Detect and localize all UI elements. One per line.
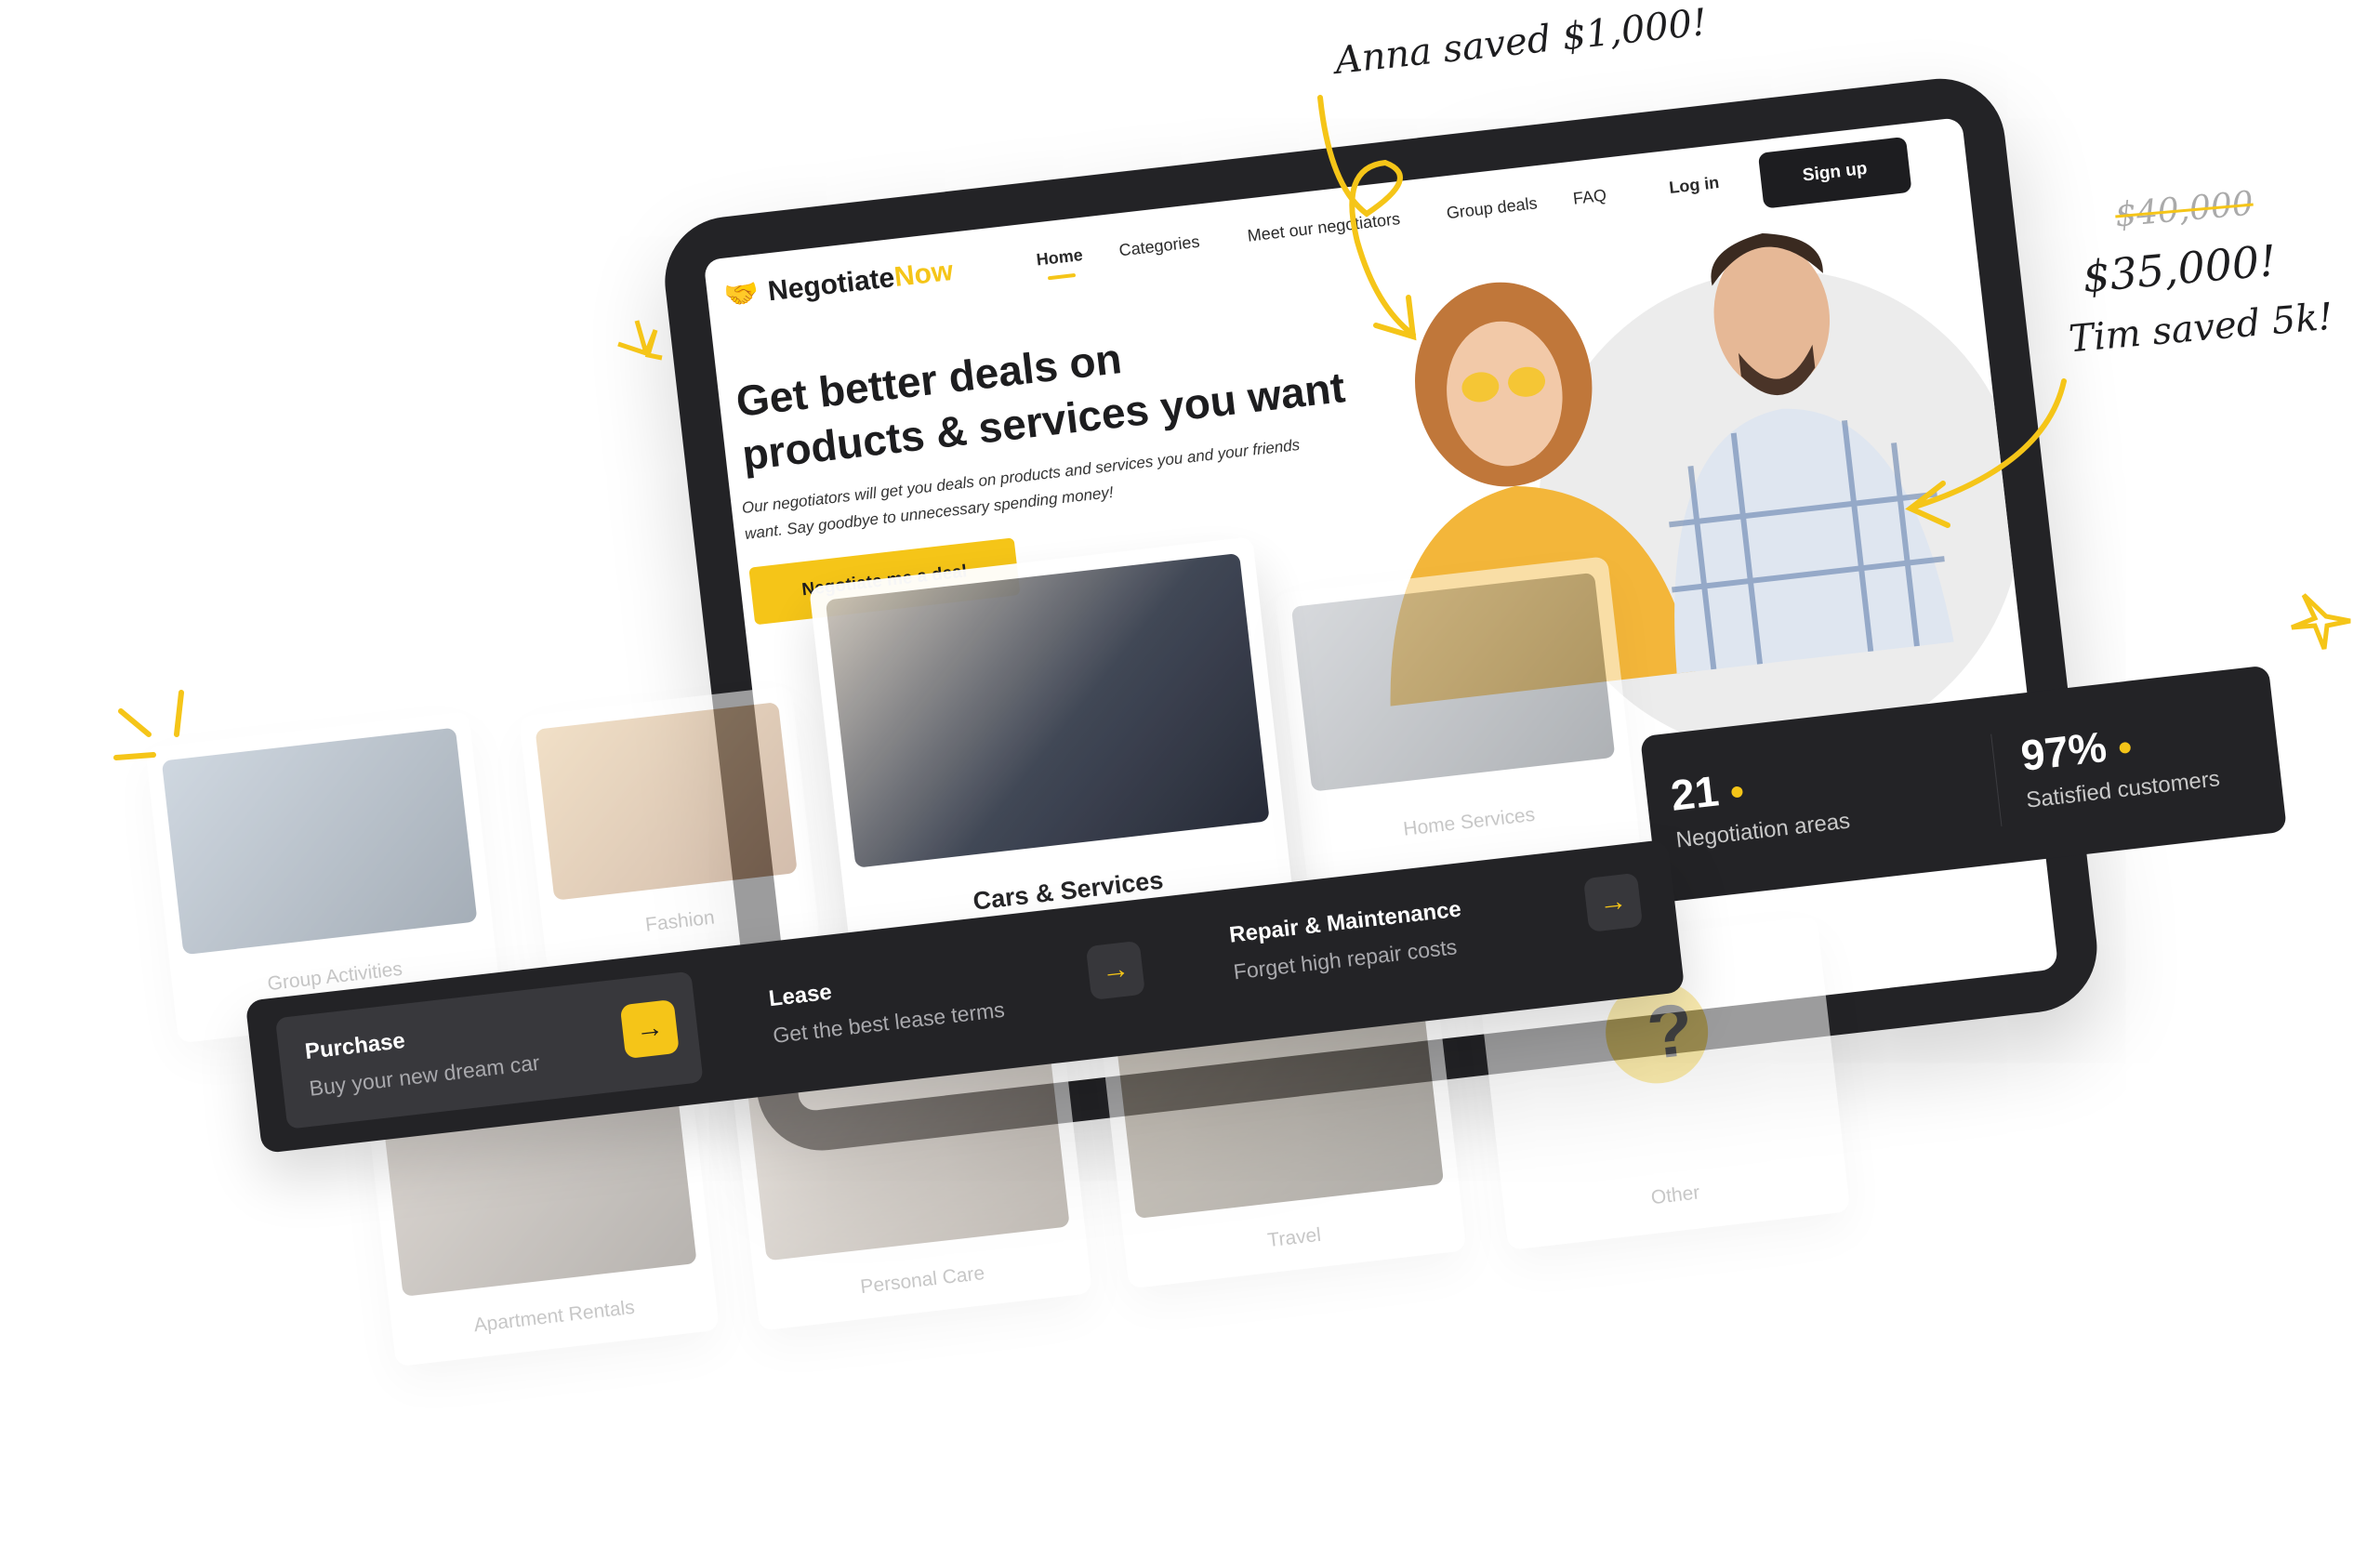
mockup-stage: 🤝 NegotiateNow Home Categories Meet our …: [0, 0, 2380, 1535]
category-label: Home Services: [1402, 803, 1537, 840]
nav-faq[interactable]: FAQ: [1572, 186, 1607, 209]
fashion-photo: [535, 702, 798, 901]
yellow-dot-icon: [1730, 785, 1744, 799]
category-label: Personal Care: [859, 1262, 986, 1299]
category-card-home-services[interactable]: Home Services: [1275, 556, 1642, 890]
category-label: Other: [1649, 1182, 1701, 1209]
stat-value: 21: [1668, 766, 1722, 820]
arrow-right-icon[interactable]: →: [1085, 940, 1145, 1000]
stat-negotiation-areas: 21 Negotiation areas: [1668, 751, 1852, 854]
stats-divider: [1990, 733, 2003, 827]
home-services-photo: [1290, 572, 1616, 792]
category-label: Travel: [1266, 1223, 1323, 1252]
arrow-right-icon[interactable]: →: [619, 998, 680, 1060]
stat-value: 97%: [2018, 721, 2109, 780]
handshake-icon: 🤝: [722, 277, 761, 312]
nav-home[interactable]: Home: [1036, 245, 1085, 281]
bowling-photo: [161, 727, 478, 956]
question-mark-icon: ?: [1643, 987, 1698, 1076]
car-dealer-photo: [825, 552, 1270, 868]
category-card-fashion[interactable]: Fashion: [518, 685, 821, 971]
category-label: Apartment Rentals: [472, 1296, 636, 1337]
option-purchase[interactable]: Purchase Buy your new dream car →: [274, 971, 704, 1129]
stat-satisfied-customers: 97% Satisfied customers: [2018, 709, 2221, 814]
yellow-dot-icon: [2119, 741, 2132, 754]
option-lease[interactable]: Lease Get the best lease terms →: [765, 918, 1166, 1074]
brand-name-accent: Now: [892, 255, 955, 293]
arrow-right-icon[interactable]: →: [1582, 872, 1644, 932]
